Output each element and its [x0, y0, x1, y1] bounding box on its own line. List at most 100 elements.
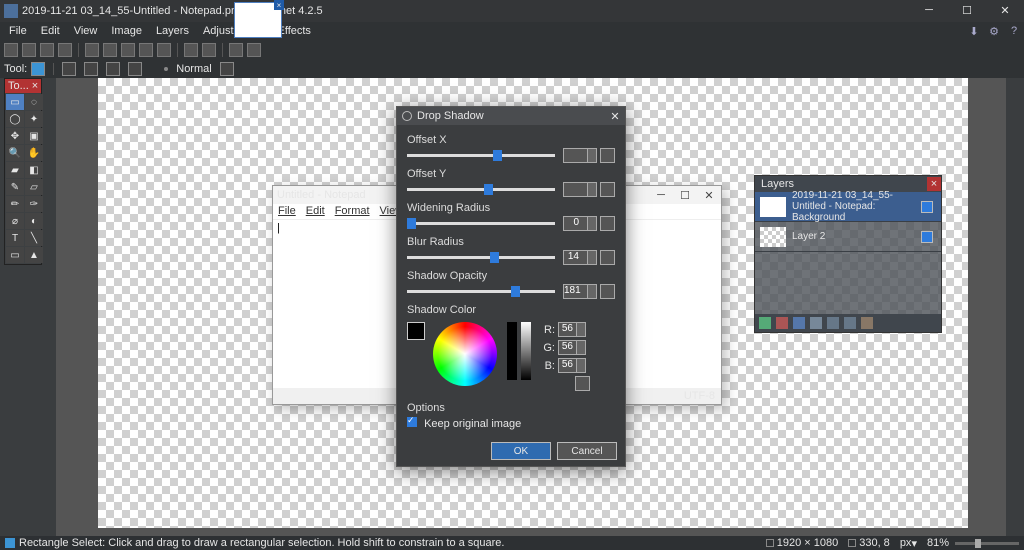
toolbox-close-icon[interactable]: ×: [29, 80, 41, 92]
value-strip[interactable]: [507, 322, 517, 380]
recolor-tool[interactable]: ◐: [25, 213, 43, 229]
slider-thumb[interactable]: [493, 150, 502, 161]
offset-y-value[interactable]: [563, 182, 597, 197]
duplicate-layer-icon[interactable]: [793, 317, 805, 329]
ok-button[interactable]: OK: [491, 442, 551, 460]
shapes-tool[interactable]: ▭: [6, 247, 24, 263]
slider-thumb[interactable]: [490, 252, 499, 263]
widening-value[interactable]: 0: [563, 216, 597, 231]
selection-add-icon[interactable]: [84, 62, 98, 76]
help-icon[interactable]: ?: [1004, 22, 1024, 40]
ruler-icon[interactable]: [247, 43, 261, 57]
layer-props-icon[interactable]: [861, 317, 873, 329]
selection-mode-icon[interactable]: [62, 62, 76, 76]
menu-edit[interactable]: Edit: [34, 23, 67, 39]
selection-int-icon[interactable]: [128, 62, 142, 76]
gradient-tool[interactable]: ◧: [25, 162, 43, 178]
spinner-icon[interactable]: [576, 359, 585, 372]
close-button[interactable]: ✕: [986, 0, 1024, 20]
save-icon[interactable]: [40, 43, 54, 57]
menu-file[interactable]: File: [2, 23, 34, 39]
add-layer-icon[interactable]: [759, 317, 771, 329]
new-icon[interactable]: [4, 43, 18, 57]
color-reset-button[interactable]: [575, 376, 590, 391]
cut-icon[interactable]: [85, 43, 99, 57]
menu-view[interactable]: View: [67, 23, 105, 39]
image-thumb[interactable]: ×: [234, 2, 282, 38]
tool-icon[interactable]: [31, 62, 45, 76]
checkbox-icon[interactable]: [407, 417, 417, 427]
layer-item[interactable]: Layer 2: [755, 222, 941, 252]
updates-icon[interactable]: ⬇: [964, 22, 984, 40]
text-tool[interactable]: T: [6, 230, 24, 246]
opacity-value[interactable]: 181: [563, 284, 597, 299]
redo-icon[interactable]: [202, 43, 216, 57]
blur-slider[interactable]: [407, 256, 555, 259]
deselect-icon[interactable]: [157, 43, 171, 57]
bucket-tool[interactable]: ▰: [6, 162, 24, 178]
lasso-tool[interactable]: ◌: [25, 94, 43, 110]
b-value[interactable]: 56: [558, 358, 586, 373]
toolbox-header[interactable]: To... ×: [5, 79, 41, 93]
reset-button[interactable]: [600, 216, 615, 231]
cancel-button[interactable]: Cancel: [557, 442, 617, 460]
widening-slider[interactable]: [407, 222, 555, 225]
line-tool[interactable]: ╲: [25, 230, 43, 246]
opacity-slider[interactable]: [407, 290, 555, 293]
delete-layer-icon[interactable]: [776, 317, 788, 329]
layer-visible-checkbox[interactable]: [921, 231, 933, 243]
open-icon[interactable]: [22, 43, 36, 57]
picker-tool[interactable]: ✑: [25, 196, 43, 212]
grid-icon[interactable]: [229, 43, 243, 57]
eraser-tool[interactable]: ▱: [25, 179, 43, 195]
reset-button[interactable]: [600, 250, 615, 265]
color-wheel[interactable]: [433, 322, 497, 386]
selection-sub-icon[interactable]: [106, 62, 120, 76]
crop-icon[interactable]: [139, 43, 153, 57]
clone-tool[interactable]: ⌀: [6, 213, 24, 229]
spinner-icon[interactable]: [576, 323, 585, 336]
unit-cell[interactable]: px ▾: [900, 537, 917, 550]
merge-layer-icon[interactable]: [810, 317, 822, 329]
slider-thumb[interactable]: [975, 539, 981, 548]
copy-icon[interactable]: [103, 43, 117, 57]
spinner-icon[interactable]: [587, 285, 596, 298]
r-value[interactable]: 56: [558, 322, 586, 337]
blend-mode-combo[interactable]: Normal: [176, 63, 211, 75]
offset-x-value[interactable]: [563, 148, 597, 163]
spinner-icon[interactable]: [587, 251, 596, 264]
offset-x-slider[interactable]: [407, 154, 555, 157]
move-tool[interactable]: ✥: [6, 128, 24, 144]
settings-icon[interactable]: ⚙: [984, 22, 1004, 40]
menu-layers[interactable]: Layers: [149, 23, 196, 39]
layer-visible-checkbox[interactable]: [921, 201, 933, 213]
reset-button[interactable]: [600, 284, 615, 299]
spinner-icon[interactable]: [587, 149, 596, 162]
spinner-icon[interactable]: [587, 217, 596, 230]
slider-thumb[interactable]: [511, 286, 520, 297]
spinner-icon[interactable]: [576, 341, 585, 354]
brightness-strip[interactable]: [521, 322, 531, 380]
print-icon[interactable]: [58, 43, 72, 57]
slider-thumb[interactable]: [484, 184, 493, 195]
blur-value[interactable]: 14: [563, 250, 597, 265]
thumb-close-icon[interactable]: ×: [274, 0, 284, 10]
keep-original-row[interactable]: Keep original image: [407, 417, 615, 430]
reset-button[interactable]: [600, 182, 615, 197]
layer-item[interactable]: 2019-11-21 03_14_55-Untitled - Notepad: …: [755, 192, 941, 222]
dialog-titlebar[interactable]: Drop Shadow ✕: [397, 107, 625, 125]
wand-tool[interactable]: ✦: [25, 111, 43, 127]
zoom-slider[interactable]: [955, 542, 1019, 545]
g-value[interactable]: 56: [558, 340, 586, 355]
move-up-icon[interactable]: [827, 317, 839, 329]
undo-icon[interactable]: [184, 43, 198, 57]
slider-thumb[interactable]: [407, 218, 416, 229]
brush-tool[interactable]: ✎: [6, 179, 24, 195]
spinner-icon[interactable]: [587, 183, 596, 196]
dialog-close-icon[interactable]: ✕: [605, 110, 625, 123]
paste-icon[interactable]: [121, 43, 135, 57]
aa-icon[interactable]: [220, 62, 234, 76]
offset-y-slider[interactable]: [407, 188, 555, 191]
move-down-icon[interactable]: [844, 317, 856, 329]
ellipse-select-tool[interactable]: ◯: [6, 111, 24, 127]
